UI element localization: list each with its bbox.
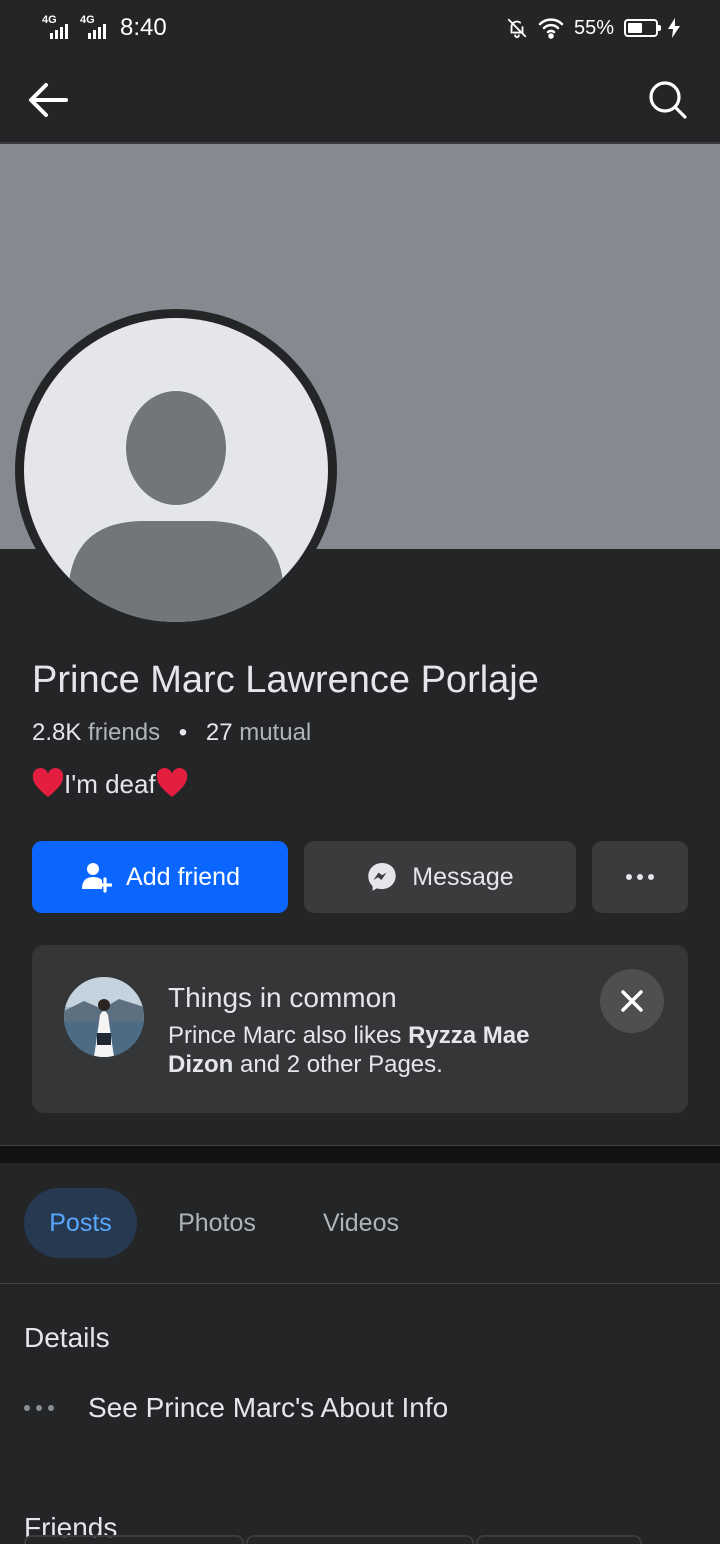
about-info-label: See Prince Marc's About Info <box>88 1392 449 1423</box>
battery-percent: 55% <box>573 17 614 39</box>
add-person-icon <box>82 863 113 893</box>
tab-photos[interactable]: Photos <box>150 1188 284 1258</box>
friend-stats: 2.8K friends • 27 mutual <box>32 716 311 750</box>
divider <box>0 1283 720 1284</box>
friend-card[interactable] <box>24 1535 244 1544</box>
details-heading: Details <box>24 1322 110 1353</box>
more-options-button[interactable] <box>592 841 688 913</box>
page-thumbnail[interactable] <box>64 977 144 1057</box>
heart-icon <box>32 768 64 797</box>
profile-screen: 4G 4G 8:40 55% Prince Marc Lawrence Porl… <box>0 0 720 1544</box>
add-friend-button[interactable]: Add friend <box>32 841 288 913</box>
friend-card[interactable] <box>476 1535 642 1544</box>
things-in-common-card[interactable]: Things in common Prince Marc also likes … <box>32 945 688 1113</box>
separator-dot: • <box>178 719 188 746</box>
common-desc-prefix: Prince Marc also likes <box>168 1022 409 1049</box>
top-nav <box>0 58 720 142</box>
common-description: Prince Marc also likes Ryzza Mae Dizon a… <box>168 1021 588 1079</box>
section-separator <box>0 1146 720 1163</box>
status-left: 4G 4G 8:40 <box>42 14 167 42</box>
wifi-icon <box>538 18 564 39</box>
page-photo <box>64 977 144 1057</box>
search-icon <box>649 81 687 119</box>
bio-text: I'm deaf <box>64 769 156 799</box>
common-title: Things in common <box>168 982 397 1013</box>
default-user-icon <box>68 391 284 622</box>
message-button[interactable]: Message <box>304 841 576 913</box>
avatar[interactable] <box>24 318 328 622</box>
message-label: Message <box>412 862 514 891</box>
signal-icon: 4G <box>42 15 74 41</box>
profile-name: Prince Marc Lawrence Porlaje <box>32 659 539 701</box>
about-info-link[interactable]: See Prince Marc's About Info <box>24 1388 448 1428</box>
status-right: 55% <box>506 16 680 40</box>
mutual-label: mutual <box>239 719 312 746</box>
dismiss-button[interactable] <box>600 969 664 1033</box>
status-bar: 4G 4G 8:40 55% <box>0 0 720 58</box>
arrow-left-icon <box>29 83 68 117</box>
common-desc-suffix: and 2 other Pages. <box>233 1051 443 1078</box>
clock: 8:40 <box>120 14 167 41</box>
more-horizontal-icon <box>24 1405 64 1411</box>
tab-videos[interactable]: Videos <box>296 1188 426 1258</box>
back-button[interactable] <box>24 76 72 124</box>
charging-bolt-icon <box>668 18 680 38</box>
messenger-icon <box>368 863 396 891</box>
profile-bio: I'm deaf <box>32 766 188 802</box>
friend-card[interactable] <box>246 1535 474 1544</box>
search-button[interactable] <box>644 76 692 124</box>
heart-icon <box>156 768 187 797</box>
friends-count: 2.8K <box>32 719 82 746</box>
more-horizontal-icon <box>626 874 654 880</box>
add-friend-label: Add friend <box>126 862 240 891</box>
mutual-count: 27 <box>205 719 233 746</box>
battery-icon <box>624 19 661 37</box>
friends-label: friends <box>88 719 161 746</box>
tab-posts[interactable]: Posts <box>24 1188 137 1258</box>
signal-icon: 4G <box>80 15 112 41</box>
close-icon <box>621 990 643 1012</box>
mute-bell-icon <box>507 18 527 39</box>
